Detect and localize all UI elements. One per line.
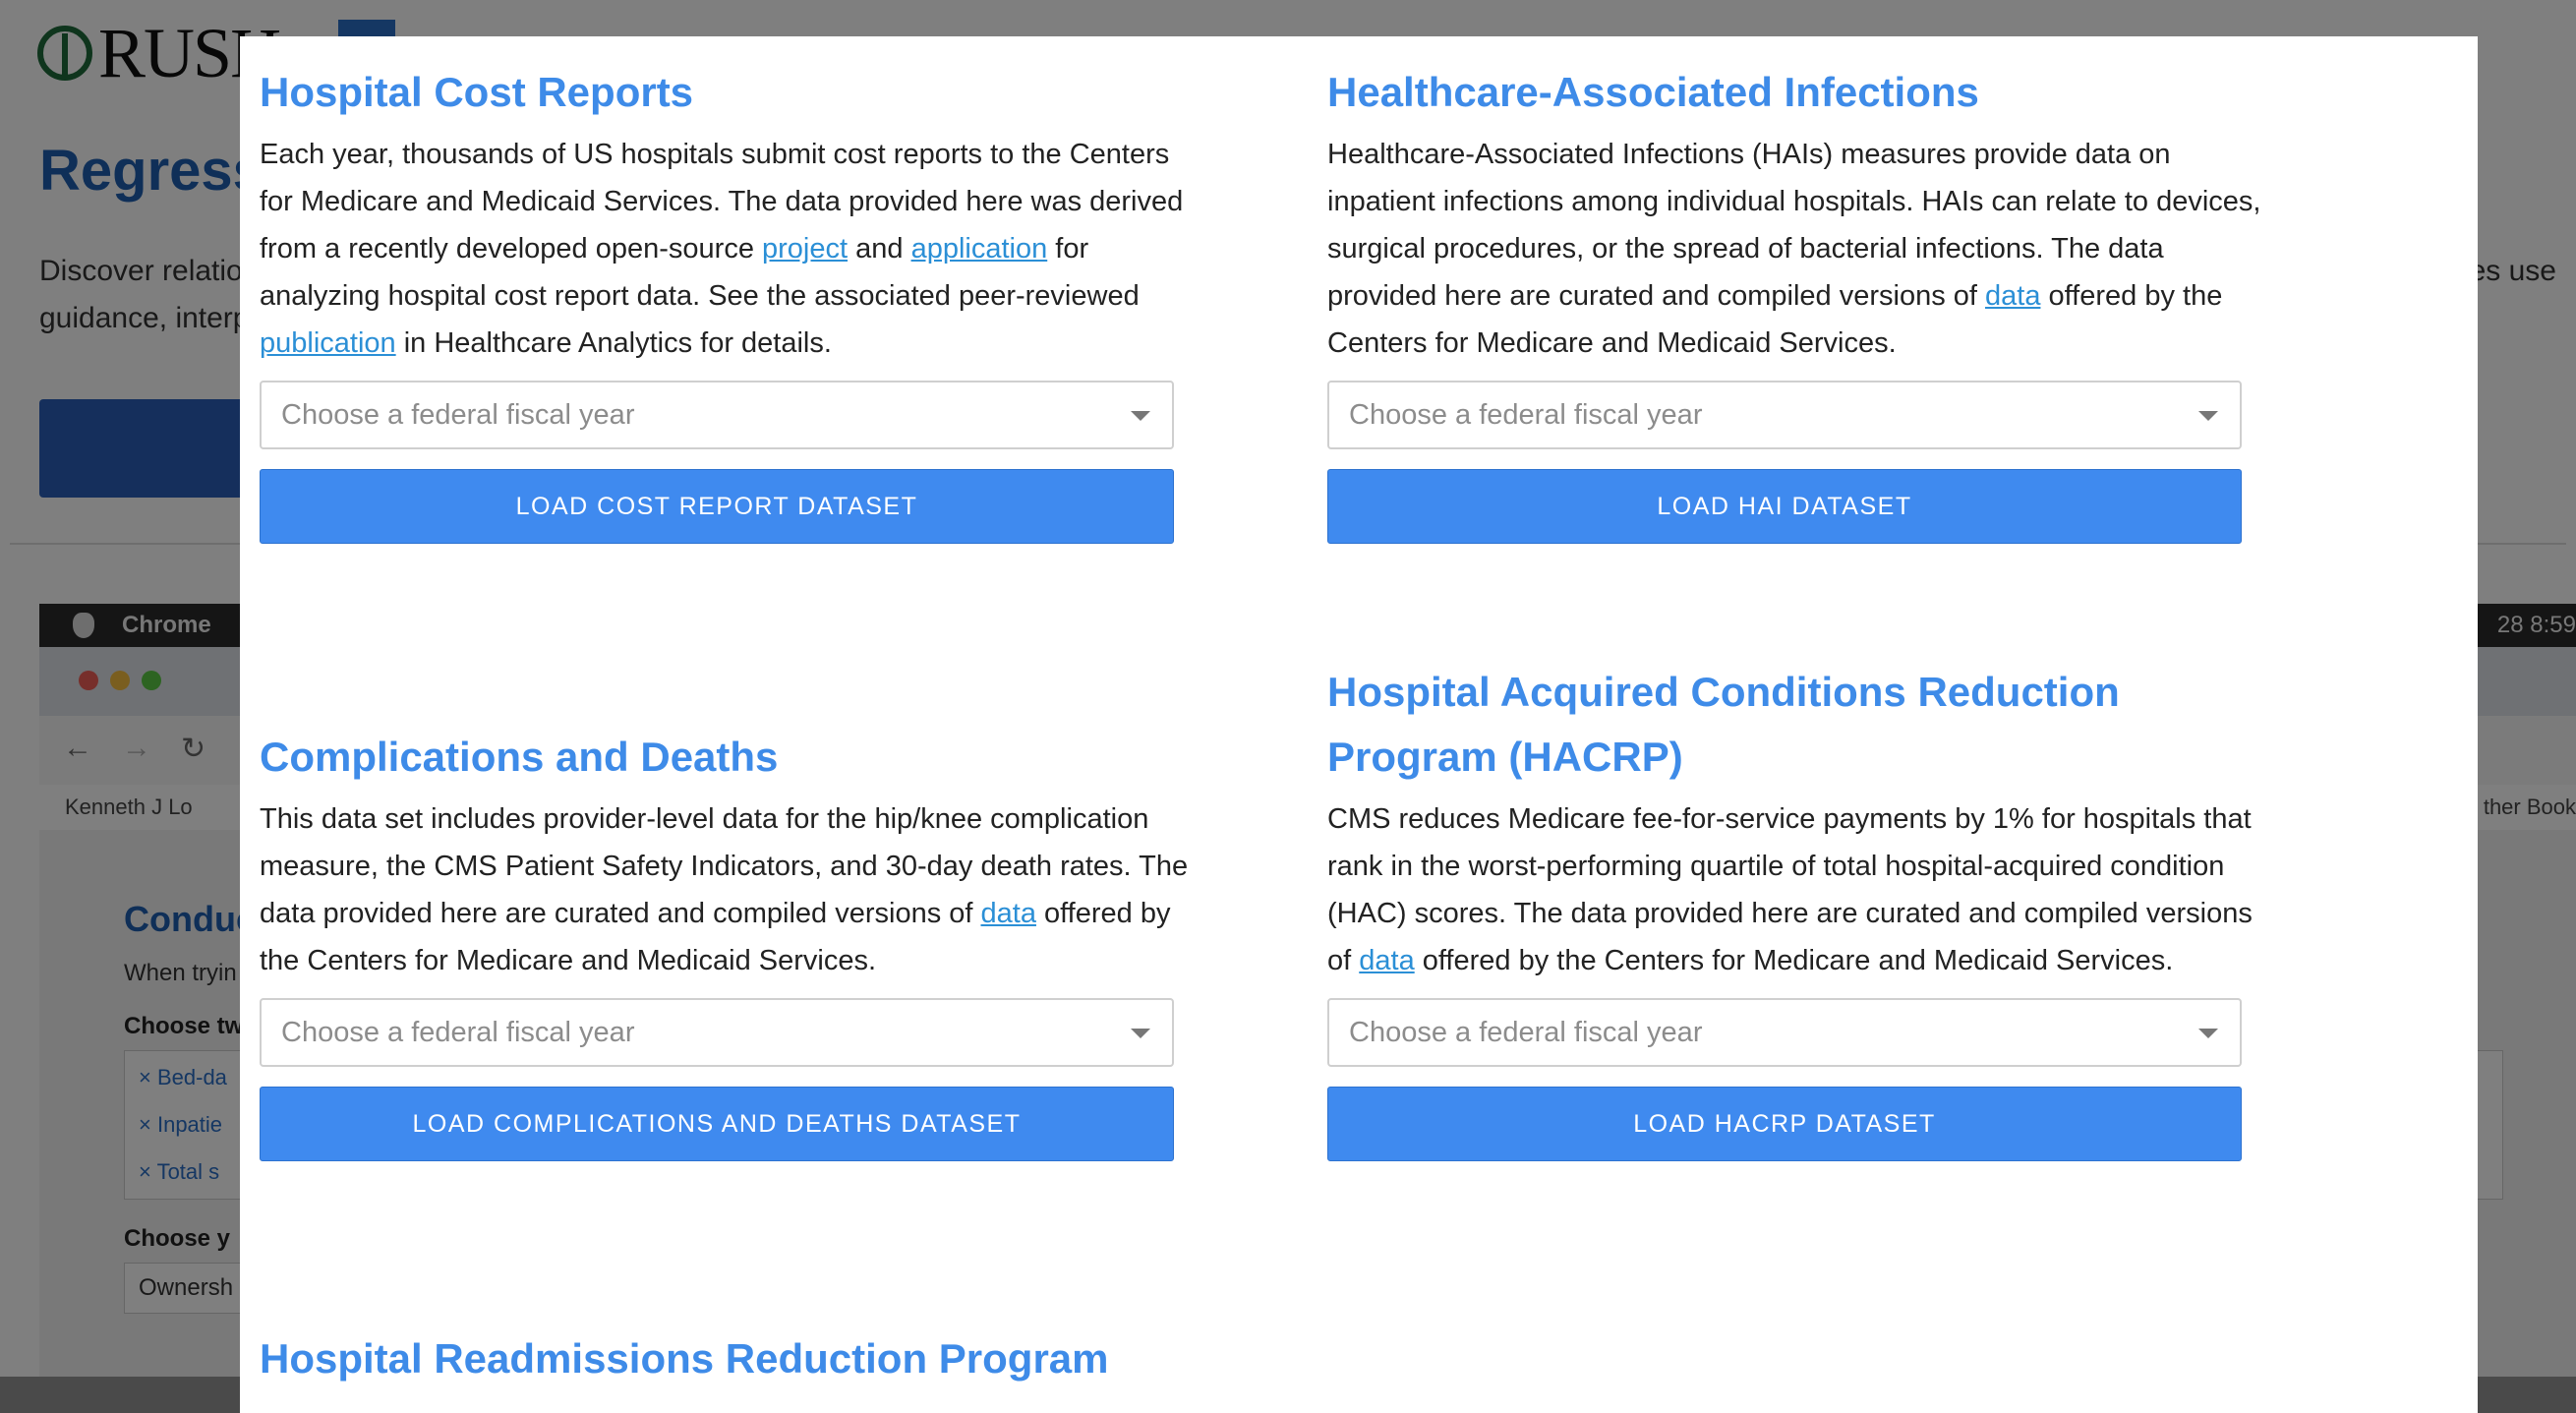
data-link[interactable]: data <box>1359 945 1414 976</box>
chevron-down-icon <box>2198 1029 2218 1038</box>
select-placeholder: Choose a federal fiscal year <box>1349 1017 1703 1048</box>
select-placeholder: Choose a federal fiscal year <box>281 1017 635 1048</box>
publication-link[interactable]: publication <box>260 327 396 359</box>
section-title: Healthcare-Associated Infections <box>1327 69 1979 115</box>
section-title: Hospital Cost Reports <box>260 69 694 115</box>
section-body: Healthcare-Associated Infections (HAIs) … <box>1327 131 2271 367</box>
chevron-down-icon <box>1131 411 1150 421</box>
section-title: Hospital Acquired Conditions Reduction P… <box>1327 669 2120 780</box>
fiscal-year-select[interactable]: Choose a federal fiscal year <box>260 381 1174 449</box>
section-hacrp: Hospital Acquired Conditions Reduction P… <box>1327 660 2271 1161</box>
chevron-down-icon <box>1131 1029 1150 1038</box>
select-placeholder: Choose a federal fiscal year <box>281 399 635 431</box>
section-hai: Healthcare-Associated Infections Healthc… <box>1327 60 2271 544</box>
section-readmissions: Hospital Readmissions Reduction Program <box>260 1326 1439 1391</box>
body-text: in Healthcare Analytics for details. <box>395 327 832 359</box>
section-body: CMS reduces Medicare fee-for-service pay… <box>1327 795 2271 984</box>
dataset-modal: Hospital Cost Reports Each year, thousan… <box>240 36 2478 1413</box>
section-body: Each year, thousands of US hospitals sub… <box>260 131 1203 367</box>
data-link[interactable]: data <box>981 898 1036 929</box>
section-title: Complications and Deaths <box>260 734 779 780</box>
load-hacrp-button[interactable]: LOAD HACRP DATASET <box>1327 1087 2242 1161</box>
data-link[interactable]: data <box>1985 280 2040 312</box>
body-text: and <box>848 233 911 265</box>
chevron-down-icon <box>2198 411 2218 421</box>
load-complications-deaths-button[interactable]: LOAD COMPLICATIONS AND DEATHS DATASET <box>260 1087 1174 1161</box>
section-body: This data set includes provider-level da… <box>260 795 1203 984</box>
fiscal-year-select[interactable]: Choose a federal fiscal year <box>1327 998 2242 1067</box>
project-link[interactable]: project <box>762 233 848 265</box>
section-title: Hospital Readmissions Reduction Program <box>260 1335 1109 1382</box>
application-link[interactable]: application <box>911 233 1048 265</box>
load-cost-report-button[interactable]: LOAD COST REPORT DATASET <box>260 469 1174 544</box>
load-hai-button[interactable]: LOAD HAI DATASET <box>1327 469 2242 544</box>
section-cost-reports: Hospital Cost Reports Each year, thousan… <box>260 60 1203 544</box>
body-text: offered by the Centers for Medicare and … <box>1414 945 2174 976</box>
select-placeholder: Choose a federal fiscal year <box>1349 399 1703 431</box>
fiscal-year-select[interactable]: Choose a federal fiscal year <box>260 998 1174 1067</box>
section-complications-deaths: Complications and Deaths This data set i… <box>260 725 1203 1161</box>
fiscal-year-select[interactable]: Choose a federal fiscal year <box>1327 381 2242 449</box>
